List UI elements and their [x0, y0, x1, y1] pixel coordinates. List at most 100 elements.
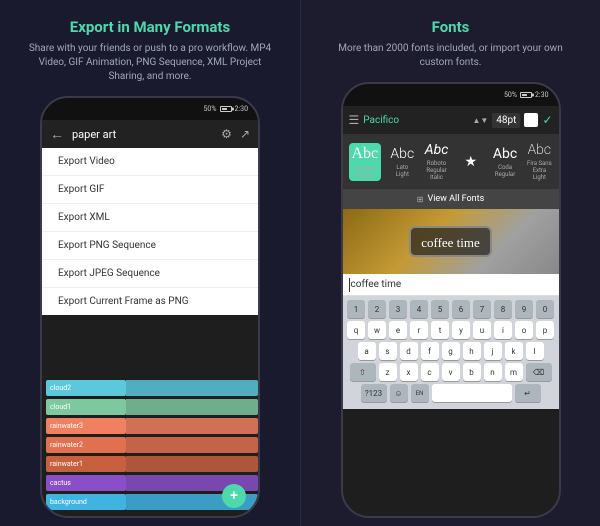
key-r[interactable]: r — [410, 321, 428, 339]
left-header: Export in Many Formats Share with your f… — [0, 0, 300, 96]
keyboard-row-bottom: ?123 ☺ EN ↵ — [345, 384, 557, 402]
key-s[interactable]: s — [379, 342, 397, 360]
fab-button[interactable]: + — [222, 484, 246, 508]
key-2[interactable]: 2 — [368, 300, 386, 318]
key-e[interactable]: e — [389, 321, 407, 339]
key-enter[interactable]: ↵ — [515, 384, 541, 402]
font-arrows-icon[interactable]: ▲▼ — [472, 116, 488, 125]
left-phone: 50% 2:30 ← paper art ⚙ ↗ Export Video Ex… — [40, 96, 260, 518]
key-4[interactable]: 4 — [410, 300, 428, 318]
export-video[interactable]: Export Video — [42, 148, 258, 176]
export-current-frame[interactable]: Export Current Frame as PNG — [42, 288, 258, 315]
key-y[interactable]: y — [452, 321, 470, 339]
key-u[interactable]: u — [473, 321, 491, 339]
font-sample-pacifico[interactable]: Abc Pacifico Regular — [349, 143, 382, 181]
font-sample-label-5: Fira Sans Extra Light — [526, 160, 552, 181]
keyboard-row-z: ⇧ z x c v b n m ⌫ — [345, 363, 557, 381]
font-sample-coda[interactable]: Abc Coda Regular — [492, 146, 518, 178]
key-n[interactable]: n — [484, 363, 502, 381]
left-status-bar: 50% 2:30 — [42, 98, 258, 120]
right-phone-notch — [421, 84, 481, 94]
export-jpeg-seq[interactable]: Export JPEG Sequence — [42, 260, 258, 288]
key-o[interactable]: o — [515, 321, 533, 339]
timeline-label: background — [46, 494, 126, 510]
toolbar-icons: ⚙ ↗ — [221, 127, 250, 141]
hamburger-icon[interactable]: ☰ — [349, 113, 360, 127]
export-png-seq[interactable]: Export PNG Sequence — [42, 232, 258, 260]
key-f[interactable]: f — [421, 342, 439, 360]
export-xml[interactable]: Export XML — [42, 204, 258, 232]
key-d[interactable]: d — [400, 342, 418, 360]
key-q[interactable]: q — [347, 321, 365, 339]
left-phone-content: ← paper art ⚙ ↗ Export Video Export GIF … — [42, 120, 258, 516]
key-l[interactable]: l — [526, 342, 544, 360]
key-v[interactable]: v — [442, 363, 460, 381]
grid-icon: ⊞ — [417, 195, 424, 204]
key-p[interactable]: p — [536, 321, 554, 339]
timeline-row[interactable]: cloud1 — [42, 398, 258, 416]
key-t[interactable]: t — [431, 321, 449, 339]
canvas-text: coffee time — [421, 235, 480, 250]
key-z[interactable]: z — [379, 363, 397, 381]
timeline-row[interactable]: rainwater2 — [42, 436, 258, 454]
view-all-fonts-row[interactable]: ⊞ View All Fonts — [343, 189, 559, 209]
left-title: Export in Many Formats — [20, 18, 280, 36]
key-c[interactable]: c — [421, 363, 439, 381]
key-x[interactable]: x — [400, 363, 418, 381]
key-space[interactable] — [432, 384, 512, 402]
key-0[interactable]: 0 — [536, 300, 554, 318]
font-name[interactable]: Pacifico — [363, 115, 468, 126]
keyboard: 1 2 3 4 5 6 7 8 9 0 q w e r t y — [343, 296, 559, 409]
key-3[interactable]: 3 — [389, 300, 407, 318]
key-h[interactable]: h — [463, 342, 481, 360]
keyboard-row-q: q w e r t y u i o p — [345, 321, 557, 339]
right-title: Fonts — [321, 18, 580, 36]
timeline-row[interactable]: cloud2 — [42, 379, 258, 397]
font-sample-text-5: Abc — [528, 142, 551, 158]
font-sample-text-2: Abc — [390, 146, 414, 162]
text-input-area[interactable]: coffee time — [343, 274, 559, 296]
timeline-row[interactable]: rainwater3 — [42, 417, 258, 435]
right-status-right: 50% 2:30 — [504, 91, 549, 99]
right-status-bar: 50% 2:30 — [343, 84, 559, 106]
key-backspace[interactable]: ⌫ — [526, 363, 552, 381]
settings-icon[interactable]: ⚙ — [221, 127, 232, 141]
key-b[interactable]: b — [463, 363, 481, 381]
font-sample-roboto[interactable]: Abc Roboto Regular Italic — [423, 142, 449, 181]
key-a[interactable]: a — [358, 342, 376, 360]
key-k[interactable]: k — [505, 342, 523, 360]
key-i[interactable]: i — [494, 321, 512, 339]
key-j[interactable]: j — [484, 342, 502, 360]
font-size[interactable]: 48pt — [492, 113, 520, 128]
key-m[interactable]: m — [505, 363, 523, 381]
key-shift[interactable]: ⇧ — [350, 363, 376, 381]
key-8[interactable]: 8 — [494, 300, 512, 318]
key-emoji[interactable]: ☺ — [390, 384, 408, 402]
font-sample-lato[interactable]: Abc Lato Light — [389, 146, 415, 178]
font-sample-label-3: Roboto Regular Italic — [423, 160, 449, 181]
key-w[interactable]: w — [368, 321, 386, 339]
check-icon[interactable]: ✓ — [542, 113, 552, 127]
key-9[interactable]: 9 — [515, 300, 533, 318]
key-5[interactable]: 5 — [431, 300, 449, 318]
color-swatch[interactable] — [524, 113, 538, 127]
export-gif[interactable]: Export GIF — [42, 176, 258, 204]
key-g[interactable]: g — [442, 342, 460, 360]
key-7[interactable]: 7 — [473, 300, 491, 318]
timeline-row[interactable]: rainwater1 — [42, 455, 258, 473]
key-1[interactable]: 1 — [347, 300, 365, 318]
back-button[interactable]: ← — [50, 126, 64, 143]
font-sample-fira[interactable]: Abc Fira Sans Extra Light — [526, 142, 552, 181]
font-sample-star[interactable]: ★ — [458, 154, 484, 170]
timeline-label: rainwater1 — [46, 456, 126, 472]
key-language[interactable]: EN — [411, 384, 429, 402]
time-display: 2:30 — [235, 105, 249, 113]
battery-fill — [222, 108, 227, 110]
timeline-section: cloud2cloud1rainwater3rainwater2 rainwate… — [42, 315, 258, 516]
right-panel: Fonts More than 2000 fonts included, or … — [300, 0, 600, 526]
key-6[interactable]: 6 — [452, 300, 470, 318]
timeline-bar — [126, 418, 258, 434]
key-symbols[interactable]: ?123 — [361, 384, 387, 402]
share-icon[interactable]: ↗ — [240, 127, 250, 141]
view-all-label: View All Fonts — [427, 194, 484, 204]
